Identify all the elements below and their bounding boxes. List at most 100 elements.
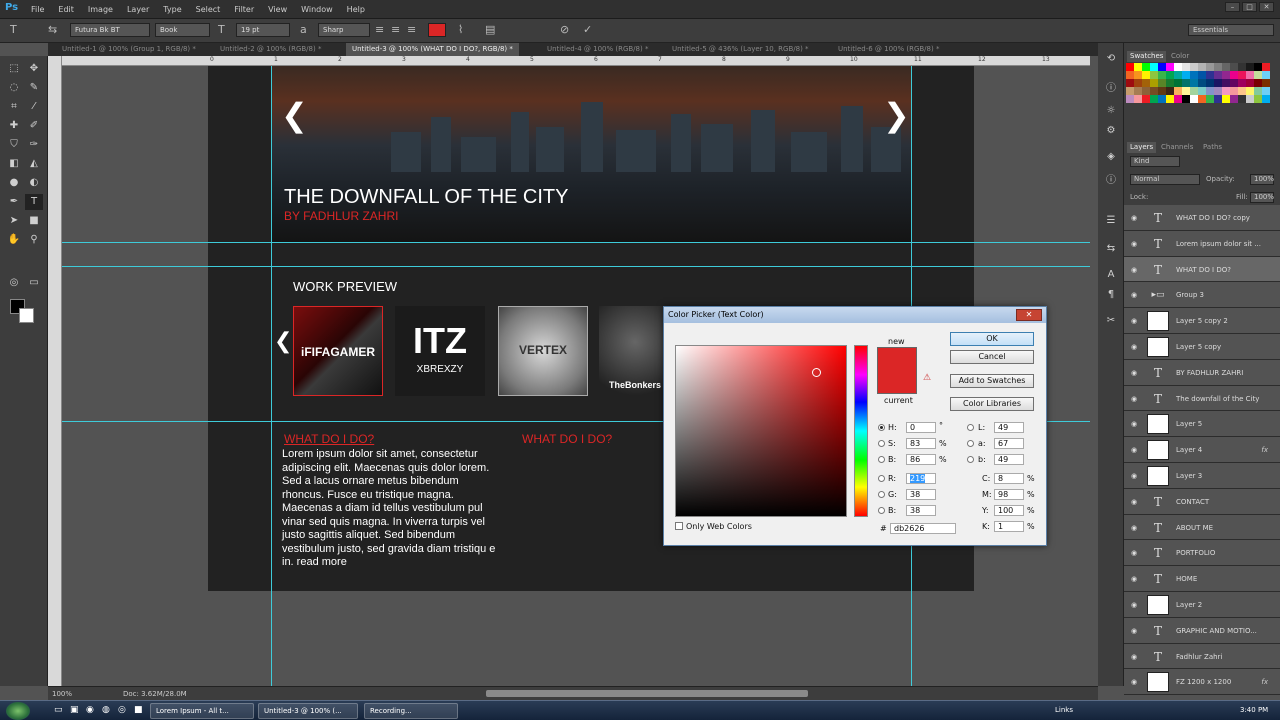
document-tab[interactable]: Untitled-3 @ 100% (WHAT DO I DO?, RGB/8)… (346, 43, 519, 56)
cancel-button[interactable]: Cancel (950, 350, 1034, 364)
swatch[interactable] (1198, 95, 1206, 103)
swatch[interactable] (1182, 87, 1190, 95)
blue-radio[interactable] (878, 507, 885, 514)
swatch[interactable] (1222, 71, 1230, 79)
adjustments-icon[interactable]: ☼ (1104, 105, 1118, 119)
swatch[interactable] (1150, 71, 1158, 79)
eye-icon[interactable]: ◉ (1131, 653, 1137, 661)
workspace-select[interactable]: Essentials (1188, 24, 1274, 36)
character-panel-icon[interactable]: ▤ (485, 23, 495, 36)
swatch[interactable] (1262, 71, 1270, 79)
sliders-icon[interactable]: ☰ (1104, 215, 1118, 229)
a-input[interactable]: 67 (994, 438, 1024, 449)
swatch[interactable] (1214, 95, 1222, 103)
info-icon[interactable]: ⓘ (1104, 171, 1118, 186)
swatch[interactable] (1126, 79, 1134, 87)
chrome-icon[interactable]: ◍ (102, 705, 110, 715)
swatch[interactable] (1174, 95, 1182, 103)
menu-type[interactable]: Type (156, 0, 188, 19)
swatch[interactable] (1254, 71, 1262, 79)
g-radio[interactable] (878, 491, 885, 498)
thumb-itz[interactable]: ITZ XBREXZY (395, 306, 485, 396)
swatch[interactable] (1166, 79, 1174, 87)
color-field[interactable] (675, 345, 847, 517)
swatch[interactable] (1230, 63, 1238, 71)
blur-tool-icon[interactable]: ● (5, 175, 23, 191)
swatch[interactable] (1254, 95, 1262, 103)
blue-input[interactable]: 38 (906, 505, 936, 516)
eye-icon[interactable]: ◉ (1131, 369, 1137, 377)
swatch[interactable] (1126, 63, 1134, 71)
zoom-level[interactable]: 100% (52, 690, 72, 698)
history-icon[interactable]: ⟲ (1104, 53, 1118, 67)
show-desktop-icon[interactable]: ▭ (54, 705, 63, 715)
y-input[interactable]: 100 (994, 505, 1024, 516)
eye-icon[interactable]: ◉ (1131, 395, 1137, 403)
swatch[interactable] (1158, 79, 1166, 87)
ok-button[interactable]: OK (950, 332, 1034, 346)
swatch[interactable] (1230, 79, 1238, 87)
font-style-select[interactable]: Book (155, 23, 210, 37)
type-tool-icon[interactable]: T (10, 23, 17, 36)
swatch[interactable] (1262, 95, 1270, 103)
swatch[interactable] (1254, 79, 1262, 87)
menu-help[interactable]: Help (340, 0, 372, 19)
swatch[interactable] (1166, 95, 1174, 103)
swatch[interactable] (1182, 95, 1190, 103)
swatch[interactable] (1134, 71, 1142, 79)
swatch[interactable] (1150, 87, 1158, 95)
swatch[interactable] (1126, 87, 1134, 95)
dialog-close-icon[interactable]: ✕ (1016, 309, 1042, 321)
swatch[interactable] (1222, 79, 1230, 87)
l-input[interactable]: 49 (994, 422, 1024, 433)
tab-paths[interactable]: Paths (1200, 142, 1225, 153)
menu-file[interactable]: File (24, 0, 51, 19)
clone-stamp-tool-icon[interactable]: ⛉ (5, 137, 23, 153)
swatch[interactable] (1174, 79, 1182, 87)
b-input[interactable]: 86 (906, 454, 936, 465)
eye-icon[interactable]: ◉ (1131, 472, 1137, 480)
swatch[interactable] (1174, 63, 1182, 71)
out-of-gamut-icon[interactable]: ⚠ (923, 373, 931, 383)
layer-row[interactable]: ◉ T BY FADHLUR ZAHRI (1124, 359, 1280, 386)
m-input[interactable]: 98 (994, 489, 1024, 500)
swatch[interactable] (1206, 71, 1214, 79)
swatch[interactable] (1190, 95, 1198, 103)
align-left-icon[interactable]: ≡ (375, 23, 384, 36)
hand-tool-icon[interactable]: ✋ (5, 232, 23, 248)
layer-row[interactable]: ◉ Layer 2 (1124, 591, 1280, 618)
eye-icon[interactable]: ◉ (1131, 498, 1137, 506)
maximize-icon[interactable]: □ (1242, 2, 1257, 12)
menu-filter[interactable]: Filter (227, 0, 261, 19)
swatch[interactable] (1198, 79, 1206, 87)
swatch[interactable] (1190, 71, 1198, 79)
h-input[interactable]: 0 (906, 422, 936, 433)
healing-tool-icon[interactable]: ✚ (5, 118, 23, 134)
layer-row[interactable]: ◉ ▸▭ Group 3 (1124, 282, 1280, 309)
layer-row[interactable]: ◉ T HOME (1124, 566, 1280, 592)
channels-icon[interactable]: ◈ (1104, 151, 1118, 165)
swatch[interactable] (1206, 95, 1214, 103)
crop-tool-icon[interactable]: ⌗ (5, 99, 23, 115)
color-field-marker[interactable] (812, 368, 821, 377)
properties-icon[interactable]: ⓘ (1104, 79, 1118, 94)
swatch[interactable] (1142, 87, 1150, 95)
eye-icon[interactable]: ◉ (1131, 575, 1137, 583)
swatch[interactable] (1166, 63, 1174, 71)
character-icon[interactable]: A (1104, 269, 1118, 283)
shape-tool-icon[interactable]: ■ (25, 213, 43, 229)
swatch[interactable] (1158, 87, 1166, 95)
k-input[interactable]: 1 (994, 521, 1024, 532)
menu-layer[interactable]: Layer (120, 0, 156, 19)
media-icon[interactable]: ◉ (86, 705, 94, 715)
document-tab[interactable]: Untitled-5 @ 436% (Layer 10, RGB/8) * (666, 43, 815, 56)
current-color-swatch[interactable] (877, 370, 917, 394)
swatch[interactable] (1246, 87, 1254, 95)
swatch[interactable] (1246, 79, 1254, 87)
l-radio[interactable] (967, 424, 974, 431)
swatch[interactable] (1262, 87, 1270, 95)
antialias-select[interactable]: Sharp (318, 23, 370, 37)
swatch[interactable] (1166, 87, 1174, 95)
r-input[interactable]: 219 (906, 473, 936, 484)
fill-input[interactable]: 100% (1250, 192, 1274, 203)
